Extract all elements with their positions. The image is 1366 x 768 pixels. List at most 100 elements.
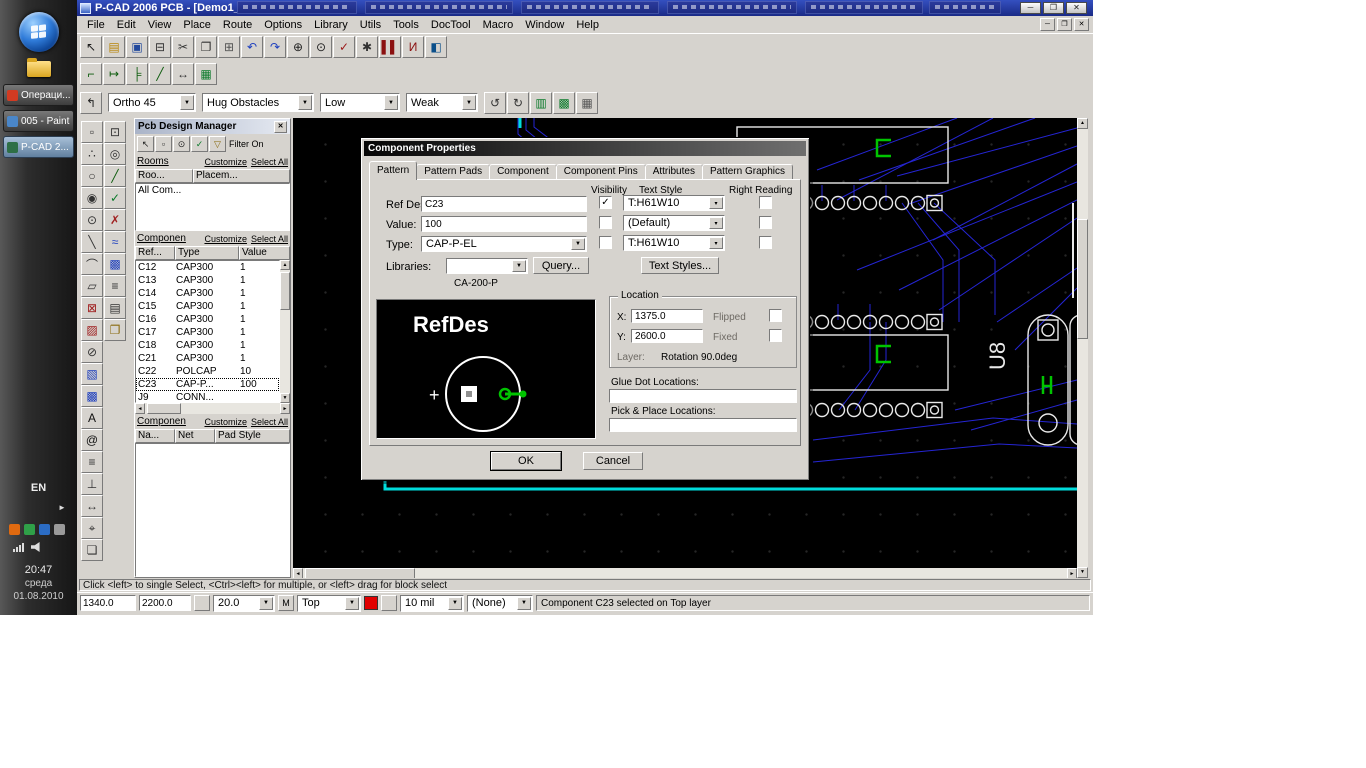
room-row[interactable]: All Com... <box>136 184 289 197</box>
type-visibility-checkbox[interactable] <box>599 236 612 249</box>
layer-color-swatch[interactable] <box>364 596 378 610</box>
route-miter-icon[interactable]: ╱ <box>149 62 171 85</box>
menu-tools[interactable]: Tools <box>387 18 425 32</box>
maximize-button[interactable]: ❐ <box>1043 2 1064 14</box>
place-polygon-icon[interactable]: ▱ <box>81 275 103 297</box>
dropdown-arrow-icon[interactable]: ▼ <box>517 596 531 610</box>
type-select[interactable]: CAP-P-EL ▼ <box>421 236 587 252</box>
tray-icon-4[interactable] <box>54 524 65 535</box>
components-scrollbar-vertical[interactable]: ▲ ▼ <box>280 260 290 403</box>
place-hatch-icon[interactable]: ▩ <box>81 385 103 407</box>
mdi-restore-button[interactable]: ❐ <box>1057 18 1072 31</box>
refdes-visibility-checkbox[interactable]: ✓ <box>599 196 612 209</box>
language-indicator[interactable]: EN <box>0 482 77 494</box>
dm-block-select-icon[interactable]: ▫ <box>155 136 172 152</box>
place-line-icon[interactable]: ╲ <box>81 231 103 253</box>
scrollbar-thumb[interactable] <box>147 403 181 414</box>
component-row[interactable]: C17 CAP300 1 <box>136 326 279 339</box>
layers-c-icon[interactable]: ▦ <box>576 91 598 114</box>
taskbar-item-operation[interactable]: Операци... <box>3 84 74 106</box>
value-visibility-checkbox[interactable] <box>599 216 612 229</box>
start-button[interactable] <box>19 12 59 52</box>
scroll-down-icon[interactable]: ▼ <box>280 393 290 403</box>
tray-icon-1[interactable] <box>9 524 20 535</box>
component-row[interactable]: C12 CAP300 1 <box>136 261 279 274</box>
layers-b-icon[interactable]: ▩ <box>553 91 575 114</box>
zoom-window-icon[interactable]: ⊕ <box>287 36 309 58</box>
text-styles-button[interactable]: Text Styles... <box>641 257 719 274</box>
place-circle-icon[interactable]: ○ <box>81 165 103 187</box>
menu-macro[interactable]: Macro <box>477 18 520 32</box>
menu-options[interactable]: Options <box>258 18 308 32</box>
library-book-icon[interactable]: ❐ <box>104 319 126 341</box>
components-column-value[interactable]: Value <box>239 246 290 260</box>
menu-library[interactable]: Library <box>308 18 354 32</box>
type-text-style-select[interactable]: T:H61W10 ▾ <box>623 235 725 251</box>
components-column-type[interactable]: Type <box>175 246 239 260</box>
dropdown-arrow-icon[interactable]: ▼ <box>462 95 476 110</box>
component-row[interactable]: C23 CAP-P... 100 <box>136 378 279 391</box>
priority-select[interactable]: Low ▼ <box>320 93 400 112</box>
measure-icon[interactable]: ↔ <box>172 62 194 85</box>
menu-help[interactable]: Help <box>570 18 605 32</box>
info-icon[interactable]: И <box>402 36 424 58</box>
volume-icon[interactable] <box>31 542 40 552</box>
jump-location-button[interactable] <box>194 595 210 611</box>
dropdown-arrow-icon[interactable]: ▼ <box>571 238 585 250</box>
pick-place-input[interactable] <box>609 418 797 432</box>
components-customize-button[interactable]: Customize <box>204 234 247 244</box>
scrollbar-thumb[interactable] <box>1077 219 1088 339</box>
rooms-column-placement[interactable]: Placem... <box>193 169 290 183</box>
place-text-icon[interactable]: A <box>81 407 103 429</box>
copy-icon[interactable]: ❐ <box>195 36 217 58</box>
place-via-icon[interactable]: ◎ <box>104 143 126 165</box>
x-coordinate-input[interactable] <box>80 595 136 611</box>
menu-edit[interactable]: Edit <box>111 18 142 32</box>
line-width-select[interactable]: 10 mil ▼ <box>400 594 464 612</box>
drc-check-icon[interactable]: ✓ <box>333 36 355 58</box>
layer-select[interactable]: Top ▼ <box>297 594 361 612</box>
value-right-reading-checkbox[interactable] <box>759 216 772 229</box>
taskbar-item-pcad[interactable]: P-CAD 2... <box>3 136 74 158</box>
location-y-input[interactable] <box>631 329 703 343</box>
tab-pattern-graphics[interactable]: Pattern Graphics <box>701 164 793 180</box>
verify-design-icon[interactable]: ✓ <box>104 187 126 209</box>
net-icon[interactable]: ≈ <box>104 231 126 253</box>
scroll-left-icon[interactable]: ◄ <box>135 403 145 414</box>
layer-stack-icon[interactable]: ≡ <box>104 275 126 297</box>
place-keepout-icon[interactable]: ⊘ <box>81 341 103 363</box>
canvas-scrollbar-vertical[interactable]: ▲ ▼ <box>1077 118 1088 578</box>
tab-pattern-pads[interactable]: Pattern Pads <box>416 164 491 180</box>
grid-select[interactable]: 20.0 ▼ <box>213 594 275 612</box>
rooms-column-room[interactable]: Roo... <box>135 169 193 183</box>
error-marker-icon[interactable]: ✗ <box>104 209 126 231</box>
fixed-checkbox[interactable] <box>769 329 782 342</box>
component-row[interactable]: C16 CAP300 1 <box>136 313 279 326</box>
component-row[interactable]: C22 POLCAP 10 <box>136 365 279 378</box>
scrollbar-thumb[interactable] <box>280 272 290 310</box>
refdes-text-style-select[interactable]: T:H61W10 ▾ <box>623 195 725 211</box>
design-manager-close-button[interactable]: ✕ <box>274 120 287 133</box>
redo-icon[interactable]: ↷ <box>264 36 286 58</box>
tray-icon-2[interactable] <box>24 524 35 535</box>
value-text-style-select[interactable]: (Default) ▾ <box>623 215 725 231</box>
scroll-up-icon[interactable]: ▲ <box>1077 118 1088 129</box>
tab-component[interactable]: Component <box>489 164 557 180</box>
mdi-minimize-button[interactable]: ─ <box>1040 18 1055 31</box>
layers-a-icon[interactable]: ▥ <box>530 91 552 114</box>
ok-button[interactable]: OK <box>491 452 561 470</box>
zoom-in-icon[interactable]: ⊙ <box>310 36 332 58</box>
menu-view[interactable]: View <box>142 18 178 32</box>
scroll-right-icon[interactable]: ► <box>280 403 290 414</box>
tab-pattern[interactable]: Pattern <box>369 161 418 180</box>
refdes-right-reading-checkbox[interactable] <box>759 196 772 209</box>
pads-column-name[interactable]: Na... <box>135 429 175 443</box>
menu-window[interactable]: Window <box>519 18 570 32</box>
component-row[interactable]: J9 CONN... <box>136 391 279 402</box>
sheet-icon[interactable]: ❏ <box>81 539 103 561</box>
component-row[interactable]: C13 CAP300 1 <box>136 274 279 287</box>
libraries-select[interactable]: ▼ <box>446 258 528 274</box>
scroll-down-icon[interactable]: ▼ <box>1077 567 1088 578</box>
place-pin-icon[interactable]: ⊥ <box>81 473 103 495</box>
dropdown-arrow-icon[interactable]: ▼ <box>345 596 359 610</box>
